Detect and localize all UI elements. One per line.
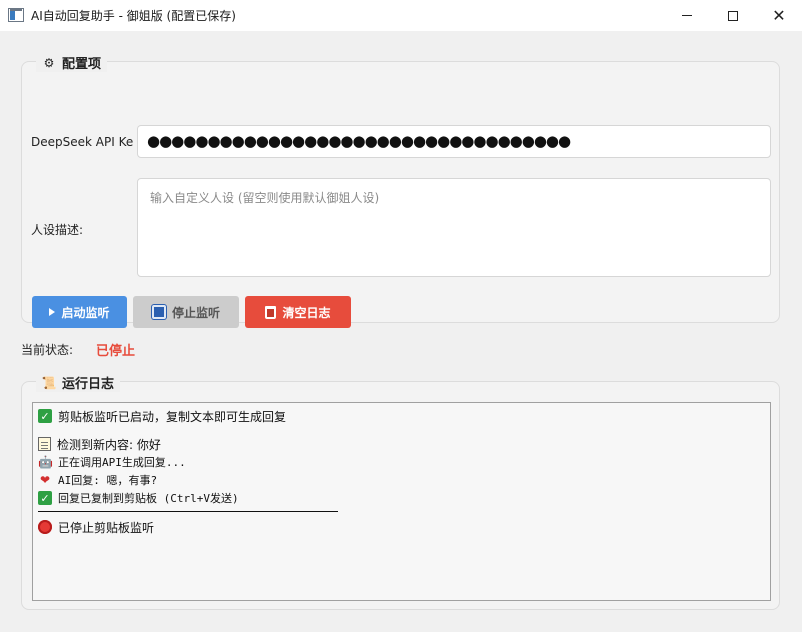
red-circle-icon [38,520,52,534]
log-entry: 🤖 正在调用API生成回复... [38,455,186,469]
clear-button-label: 清空日志 [282,305,331,320]
check-icon: ✓ [38,491,52,505]
stop-listening-button[interactable]: 停止监听 [133,296,239,328]
app-icon [8,8,24,22]
status-label: 当前状态: [21,343,74,357]
stop-button-label: 停止监听 [171,305,220,320]
close-icon: ✕ [772,5,786,25]
api-key-label: DeepSeek API Ke [31,135,134,149]
log-entry: 检测到新内容: 你好 [38,435,765,453]
log-entry: 已停止剪贴板监听 [38,518,765,536]
log-group-title: 📜 运行日志 [36,373,121,392]
window-title: AI自动回复助手 - 御姐版 (配置已保存) [31,9,236,23]
log-title-label: 运行日志 [62,377,115,392]
config-title-label: 配置项 [62,57,102,72]
heart-icon: ❤ [39,473,51,487]
check-icon: ✓ [38,409,52,423]
clear-log-button[interactable]: 清空日志 [245,296,351,328]
stop-icon [151,305,166,319]
api-key-input[interactable]: ●●●●●●●●●●●●●●●●●●●●●●●●●●●●●●●●●●● [137,125,771,158]
log-entry: ❤ AI回复: 嗯，有事? [39,473,158,487]
status-value: 已停止 [96,344,136,359]
config-group: ⚙ 配置项 DeepSeek API Ke ●●●●●●●●●●●●●●●●●●… [21,53,780,328]
memo-icon [38,437,51,451]
minimize-icon [682,15,692,16]
close-button[interactable]: ✕ [756,0,802,31]
scroll-icon: 📜 [41,375,57,390]
maximize-icon [728,10,738,21]
config-group-title: ⚙ 配置项 [36,53,108,72]
minimize-button[interactable] [664,0,710,31]
log-group: 📜 运行日志 ✓ 剪贴板监听已启动，复制文本即可生成回复 检测到新内容: 你好 … [21,373,780,610]
maximize-button[interactable] [710,0,756,31]
play-icon [49,308,56,316]
start-button-label: 启动监听 [61,305,110,320]
title-bar: AI自动回复助手 - 御姐版 (配置已保存) ✕ [0,0,802,31]
log-textbox[interactable]: ✓ 剪贴板监听已启动，复制文本即可生成回复 检测到新内容: 你好 🤖 正在调用A… [32,402,771,601]
persona-textarea[interactable]: 输入自定义人设 (留空则使用默认御姐人设) [137,178,771,277]
trash-icon [265,305,277,319]
log-separator [38,511,338,512]
gear-icon: ⚙ [43,55,55,70]
log-entry: ✓ 回复已复制到剪贴板 (Ctrl+V发送) [38,489,765,507]
persona-label: 人设描述: [31,223,84,237]
window-content: ⚙ 配置项 DeepSeek API Ke ●●●●●●●●●●●●●●●●●●… [0,31,802,632]
robot-icon: 🤖 [38,455,53,469]
start-listening-button[interactable]: 启动监听 [32,296,127,328]
log-entry: ✓ 剪贴板监听已启动，复制文本即可生成回复 [38,407,765,425]
